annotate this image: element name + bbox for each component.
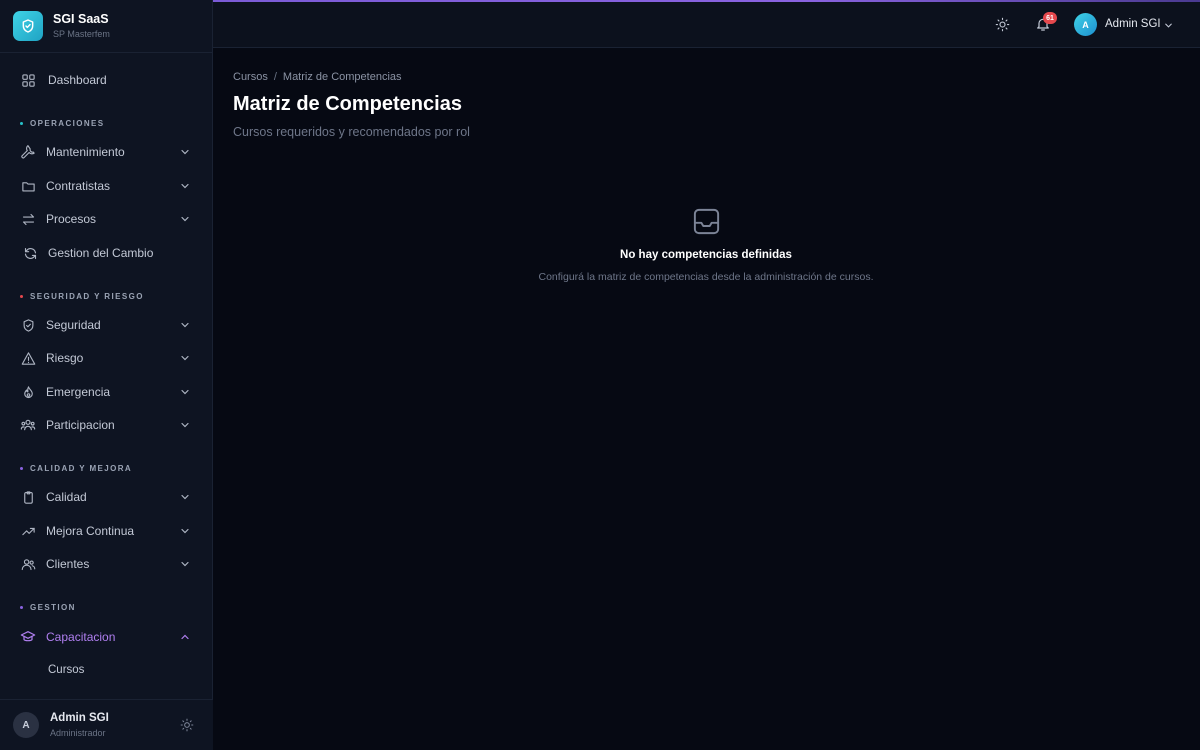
- section-dot: [20, 467, 23, 470]
- section-dot: [20, 606, 23, 609]
- breadcrumb-current: Matriz de Competencias: [282, 71, 402, 83]
- breadcrumb: Cursos / Matriz de Competencias: [233, 71, 402, 83]
- sidebar-item-label: Seguridad: [46, 318, 101, 332]
- warning-triangle-icon: [20, 350, 36, 366]
- sidebar-item-label: Procesos: [46, 212, 97, 226]
- sidebar-item-label: Gestion del Cambio: [48, 246, 154, 260]
- chevron-down-icon: [179, 180, 191, 192]
- sun-icon[interactable]: [180, 718, 194, 732]
- chevron-down-icon: [179, 386, 191, 398]
- sidebar-item-label: Mejora Continua: [46, 524, 135, 538]
- brand-title: SGI SaaS: [53, 12, 109, 26]
- sidebar-user-footer: A Admin SGI Administrador: [0, 699, 213, 750]
- user-menu[interactable]: A Admin SGI: [1074, 13, 1174, 37]
- users-group-icon: [20, 417, 36, 433]
- sidebar-item-label: Calidad: [46, 490, 87, 504]
- topbar: 61 A Admin SGI: [213, 0, 1200, 48]
- sidebar-item-procesos[interactable]: Procesos: [8, 204, 205, 234]
- sidebar-item-label: Contratistas: [46, 179, 111, 193]
- brand-header: SGI SaaS SP Masterfem: [0, 0, 213, 53]
- breadcrumb-link-cursos[interactable]: Cursos: [233, 71, 268, 83]
- trending-up-icon: [20, 523, 36, 539]
- avatar[interactable]: A: [13, 712, 39, 738]
- sidebar-item-contratistas[interactable]: Contratistas: [8, 171, 205, 201]
- section-gestion: GESTION: [20, 603, 76, 612]
- empty-state-description: Configurá la matriz de competencias desd…: [538, 271, 874, 283]
- sidebar-item-mantenimiento[interactable]: Mantenimiento: [8, 137, 205, 167]
- user-name: Admin SGI: [50, 712, 109, 724]
- wrench-icon: [20, 144, 36, 160]
- page-title: Matriz de Competencias: [233, 93, 462, 115]
- chevron-down-icon: [179, 558, 191, 570]
- chevron-down-icon: [179, 419, 191, 431]
- arrows-exchange-icon: [20, 211, 36, 227]
- sidebar-item-participacion[interactable]: Participacion: [8, 410, 205, 440]
- sidebar: SGI SaaS SP Masterfem Dashboard OPERACIO…: [0, 0, 213, 750]
- chevron-down-icon: [179, 352, 191, 364]
- sidebar-subitem-cursos[interactable]: Cursos: [48, 664, 84, 676]
- sidebar-item-emergencia[interactable]: Emergencia: [8, 377, 205, 407]
- section-label: SEGURIDAD Y RIESGO: [30, 292, 144, 301]
- shield-check-icon: [20, 317, 36, 333]
- sidebar-item-gestion-cambio[interactable]: Gestion del Cambio: [8, 238, 205, 268]
- brand-subtitle: SP Masterfem: [53, 29, 110, 39]
- sidebar-item-label: Riesgo: [46, 351, 84, 365]
- section-calidad: CALIDAD Y MEJORA: [20, 464, 132, 473]
- flame-icon: [20, 384, 36, 400]
- sidebar-item-calidad[interactable]: Calidad: [8, 482, 205, 512]
- avatar: A: [1074, 13, 1097, 36]
- sidebar-item-label: Participacion: [46, 418, 115, 432]
- sidebar-item-clientes[interactable]: Clientes: [8, 549, 205, 579]
- section-label: GESTION: [30, 603, 76, 612]
- breadcrumb-separator: /: [273, 71, 277, 83]
- sidebar-item-mejora-continua[interactable]: Mejora Continua: [8, 516, 205, 546]
- users-icon: [20, 556, 36, 572]
- empty-state-title: No hay competencias definidas: [620, 249, 792, 261]
- sidebar-item-label: Clientes: [46, 557, 90, 571]
- chevron-down-icon: [179, 146, 191, 158]
- sidebar-item-riesgo[interactable]: Riesgo: [8, 343, 205, 373]
- inbox-icon: [691, 206, 722, 237]
- sidebar-item-label: Capacitacion: [46, 630, 116, 644]
- sidebar-item-label: Dashboard: [48, 73, 107, 87]
- refresh-icon: [22, 245, 38, 261]
- shield-logo-icon[interactable]: [13, 11, 43, 41]
- user-name: Admin SGI: [1105, 18, 1161, 30]
- sidebar-item-capacitacion[interactable]: Capacitacion: [8, 622, 205, 652]
- sun-icon[interactable]: [995, 17, 1010, 32]
- sidebar-item-label: Mantenimiento: [46, 145, 125, 159]
- section-operaciones: OPERACIONES: [20, 119, 105, 128]
- grid-icon: [20, 72, 36, 88]
- section-seguridad: SEGURIDAD Y RIESGO: [20, 292, 144, 301]
- section-dot: [20, 295, 23, 298]
- section-label: OPERACIONES: [30, 119, 105, 128]
- sidebar-item-label: Emergencia: [46, 385, 111, 399]
- folder-icon: [20, 178, 36, 194]
- chevron-down-icon: [179, 213, 191, 225]
- topbar-accent-line: [213, 0, 1200, 2]
- chevron-up-icon: [179, 631, 191, 643]
- sidebar-item-dashboard[interactable]: Dashboard: [8, 65, 205, 95]
- graduation-cap-icon: [20, 629, 36, 645]
- chevron-down-icon: [179, 491, 191, 503]
- chevron-down-icon: [179, 319, 191, 331]
- page-subtitle: Cursos requeridos y recomendados por rol: [233, 125, 470, 139]
- chevron-down-icon: [1163, 20, 1174, 31]
- sidebar-item-seguridad[interactable]: Seguridad: [8, 310, 205, 340]
- clipboard-icon: [20, 489, 36, 505]
- user-role: Administrador: [50, 728, 106, 738]
- notification-badge: 61: [1043, 12, 1057, 24]
- section-label: CALIDAD Y MEJORA: [30, 464, 133, 473]
- chevron-down-icon: [179, 525, 191, 537]
- section-dot: [20, 122, 23, 125]
